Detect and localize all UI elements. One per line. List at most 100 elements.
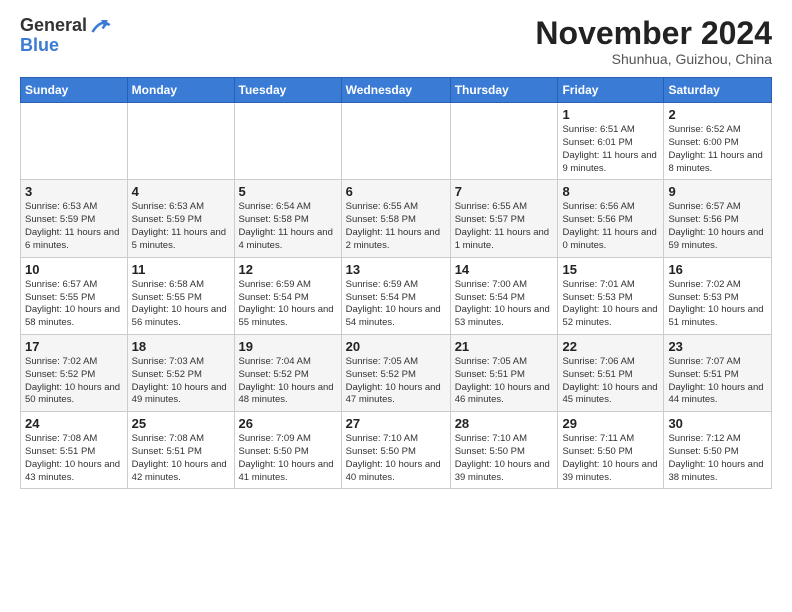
calendar-cell: [21, 103, 128, 180]
day-number: 12: [239, 262, 337, 277]
day-info: Sunrise: 6:57 AMSunset: 5:56 PMDaylight:…: [668, 201, 767, 252]
day-info: Sunrise: 7:08 AMSunset: 5:51 PMDaylight:…: [25, 433, 123, 484]
day-number: 13: [346, 262, 446, 277]
day-info: Sunrise: 6:59 AMSunset: 5:54 PMDaylight:…: [346, 279, 446, 330]
calendar-cell: 28 Sunrise: 7:10 AMSunset: 5:50 PMDayligh…: [450, 412, 558, 489]
calendar-cell: 1 Sunrise: 6:51 AMSunset: 6:01 PMDaylight…: [558, 103, 664, 180]
day-number: 27: [346, 416, 446, 431]
day-info: Sunrise: 7:10 AMSunset: 5:50 PMDaylight:…: [455, 433, 554, 484]
day-number: 26: [239, 416, 337, 431]
calendar-cell: 19 Sunrise: 7:04 AMSunset: 5:52 PMDayligh…: [234, 334, 341, 411]
day-info: Sunrise: 7:06 AMSunset: 5:51 PMDaylight:…: [562, 356, 659, 407]
day-info: Sunrise: 7:04 AMSunset: 5:52 PMDaylight:…: [239, 356, 337, 407]
day-number: 28: [455, 416, 554, 431]
weekday-header-sunday: Sunday: [21, 78, 128, 103]
day-info: Sunrise: 6:55 AMSunset: 5:58 PMDaylight:…: [346, 201, 446, 252]
day-number: 9: [668, 184, 767, 199]
weekday-header-saturday: Saturday: [664, 78, 772, 103]
calendar-cell: 9 Sunrise: 6:57 AMSunset: 5:56 PMDaylight…: [664, 180, 772, 257]
calendar-header-row: SundayMondayTuesdayWednesdayThursdayFrid…: [21, 78, 772, 103]
calendar-cell: 27 Sunrise: 7:10 AMSunset: 5:50 PMDayligh…: [341, 412, 450, 489]
day-number: 3: [25, 184, 123, 199]
calendar-week-2: 3 Sunrise: 6:53 AMSunset: 5:59 PMDaylight…: [21, 180, 772, 257]
day-info: Sunrise: 6:57 AMSunset: 5:55 PMDaylight:…: [25, 279, 123, 330]
calendar-cell: 11Sunrise: 6:58 AMSunset: 5:55 PMDayligh…: [127, 257, 234, 334]
day-info: Sunrise: 7:01 AMSunset: 5:53 PMDaylight:…: [562, 279, 659, 330]
calendar-cell: [127, 103, 234, 180]
day-number: 23: [668, 339, 767, 354]
calendar-cell: 22 Sunrise: 7:06 AMSunset: 5:51 PMDayligh…: [558, 334, 664, 411]
day-info: Sunrise: 7:09 AMSunset: 5:50 PMDaylight:…: [239, 433, 337, 484]
day-info: Sunrise: 6:56 AMSunset: 5:56 PMDaylight:…: [562, 201, 659, 252]
day-number: 17: [25, 339, 123, 354]
day-number: 4: [132, 184, 230, 199]
calendar-cell: 24 Sunrise: 7:08 AMSunset: 5:51 PMDayligh…: [21, 412, 128, 489]
calendar-cell: 14 Sunrise: 7:00 AMSunset: 5:54 PMDayligh…: [450, 257, 558, 334]
day-number: 1: [562, 107, 659, 122]
calendar-cell: 2 Sunrise: 6:52 AMSunset: 6:00 PMDaylight…: [664, 103, 772, 180]
day-info: Sunrise: 7:11 AMSunset: 5:50 PMDaylight:…: [562, 433, 659, 484]
calendar-cell: [234, 103, 341, 180]
day-info: Sunrise: 7:08 AMSunset: 5:51 PMDaylight:…: [132, 433, 230, 484]
calendar-cell: 23Sunrise: 7:07 AMSunset: 5:51 PMDayligh…: [664, 334, 772, 411]
calendar-week-5: 24 Sunrise: 7:08 AMSunset: 5:51 PMDayligh…: [21, 412, 772, 489]
day-number: 25: [132, 416, 230, 431]
day-info: Sunrise: 7:00 AMSunset: 5:54 PMDaylight:…: [455, 279, 554, 330]
calendar-cell: 12 Sunrise: 6:59 AMSunset: 5:54 PMDayligh…: [234, 257, 341, 334]
weekday-header-monday: Monday: [127, 78, 234, 103]
calendar-table: SundayMondayTuesdayWednesdayThursdayFrid…: [20, 77, 772, 489]
day-number: 5: [239, 184, 337, 199]
day-info: Sunrise: 6:54 AMSunset: 5:58 PMDaylight:…: [239, 201, 337, 252]
calendar-week-4: 17 Sunrise: 7:02 AMSunset: 5:52 PMDayligh…: [21, 334, 772, 411]
calendar-cell: [341, 103, 450, 180]
day-number: 14: [455, 262, 554, 277]
day-info: Sunrise: 7:12 AMSunset: 5:50 PMDaylight:…: [668, 433, 767, 484]
calendar-week-1: 1 Sunrise: 6:51 AMSunset: 6:01 PMDaylight…: [21, 103, 772, 180]
day-number: 16: [668, 262, 767, 277]
day-number: 18: [132, 339, 230, 354]
calendar-cell: 26 Sunrise: 7:09 AMSunset: 5:50 PMDayligh…: [234, 412, 341, 489]
calendar-cell: [450, 103, 558, 180]
calendar-cell: 25 Sunrise: 7:08 AMSunset: 5:51 PMDayligh…: [127, 412, 234, 489]
day-number: 6: [346, 184, 446, 199]
day-info: Sunrise: 6:59 AMSunset: 5:54 PMDaylight:…: [239, 279, 337, 330]
calendar-cell: 29Sunrise: 7:11 AMSunset: 5:50 PMDayligh…: [558, 412, 664, 489]
logo-icon: [89, 16, 113, 36]
day-info: Sunrise: 6:51 AMSunset: 6:01 PMDaylight:…: [562, 124, 659, 175]
day-number: 7: [455, 184, 554, 199]
weekday-header-tuesday: Tuesday: [234, 78, 341, 103]
day-number: 30: [668, 416, 767, 431]
day-info: Sunrise: 6:55 AMSunset: 5:57 PMDaylight:…: [455, 201, 554, 252]
calendar-cell: 30 Sunrise: 7:12 AMSunset: 5:50 PMDayligh…: [664, 412, 772, 489]
day-number: 22: [562, 339, 659, 354]
day-info: Sunrise: 6:53 AMSunset: 5:59 PMDaylight:…: [132, 201, 230, 252]
calendar-cell: 20Sunrise: 7:05 AMSunset: 5:52 PMDayligh…: [341, 334, 450, 411]
day-number: 2: [668, 107, 767, 122]
header: General Blue November 2024 Shunhua, Guiz…: [20, 16, 772, 67]
day-number: 11: [132, 262, 230, 277]
day-number: 21: [455, 339, 554, 354]
logo-general: General: [20, 16, 87, 36]
calendar-cell: 10 Sunrise: 6:57 AMSunset: 5:55 PMDayligh…: [21, 257, 128, 334]
day-number: 10: [25, 262, 123, 277]
calendar-cell: 8Sunrise: 6:56 AMSunset: 5:56 PMDaylight…: [558, 180, 664, 257]
calendar-cell: 6 Sunrise: 6:55 AMSunset: 5:58 PMDaylight…: [341, 180, 450, 257]
day-info: Sunrise: 6:53 AMSunset: 5:59 PMDaylight:…: [25, 201, 123, 252]
day-number: 19: [239, 339, 337, 354]
day-info: Sunrise: 7:10 AMSunset: 5:50 PMDaylight:…: [346, 433, 446, 484]
calendar-cell: 3 Sunrise: 6:53 AMSunset: 5:59 PMDaylight…: [21, 180, 128, 257]
day-number: 15: [562, 262, 659, 277]
location: Shunhua, Guizhou, China: [535, 51, 772, 67]
calendar-week-3: 10 Sunrise: 6:57 AMSunset: 5:55 PMDayligh…: [21, 257, 772, 334]
day-info: Sunrise: 6:52 AMSunset: 6:00 PMDaylight:…: [668, 124, 767, 175]
weekday-header-thursday: Thursday: [450, 78, 558, 103]
logo-blue: Blue: [20, 36, 113, 56]
calendar-cell: 21Sunrise: 7:05 AMSunset: 5:51 PMDayligh…: [450, 334, 558, 411]
day-number: 24: [25, 416, 123, 431]
day-info: Sunrise: 7:02 AMSunset: 5:52 PMDaylight:…: [25, 356, 123, 407]
calendar-cell: 18Sunrise: 7:03 AMSunset: 5:52 PMDayligh…: [127, 334, 234, 411]
day-info: Sunrise: 7:05 AMSunset: 5:52 PMDaylight:…: [346, 356, 446, 407]
logo: General Blue: [20, 16, 113, 56]
calendar-cell: 4 Sunrise: 6:53 AMSunset: 5:59 PMDaylight…: [127, 180, 234, 257]
calendar-cell: 17 Sunrise: 7:02 AMSunset: 5:52 PMDayligh…: [21, 334, 128, 411]
